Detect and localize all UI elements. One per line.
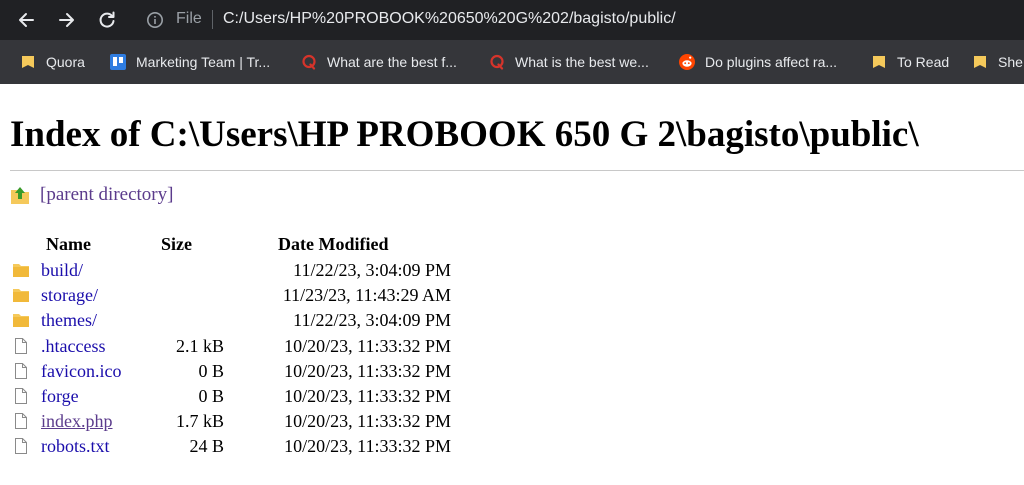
bookmark-label: Marketing Team | Tr...: [136, 54, 271, 70]
title-divider: [10, 170, 1024, 171]
folder-icon: [13, 314, 29, 327]
file-size: 0 B: [198, 386, 224, 406]
address-divider: [212, 10, 213, 29]
forward-arrow-icon: [59, 13, 74, 27]
reload-icon: [99, 11, 115, 28]
bookmark-she-folder[interactable]: She: [972, 40, 1023, 84]
folder-icon: [13, 264, 29, 277]
page-title: Index of C:\Users\HP PROBOOK 650 G 2\bag…: [10, 114, 919, 155]
browser-toolbar: File C:/Users/HP%20PROBOOK%20650%20G%202…: [0, 0, 1024, 40]
file-date-modified: 11/23/23, 11:43:29 AM: [282, 285, 451, 305]
quora-icon: [302, 54, 316, 70]
bookmark-label: What is the best we...: [515, 54, 649, 70]
table-row: .htaccess 2.1 kB 10/20/23, 11:33:32 PM: [0, 334, 520, 358]
table-row: favicon.ico 0 B 10/20/23, 11:33:32 PM: [0, 359, 520, 383]
bookmark-label: She: [998, 54, 1023, 70]
file-size: 2.1 kB: [175, 336, 224, 356]
table-row: robots.txt 24 B 10/20/23, 11:33:32 PM: [0, 434, 520, 458]
bookmark-quora-folder[interactable]: Quora: [20, 40, 85, 84]
bookmark-what-are-best[interactable]: What are the best f...: [301, 40, 457, 84]
bookmarks-bar: Quora Marketing Team | Tr... What are th…: [0, 40, 1024, 84]
file-link[interactable]: storage/: [41, 283, 98, 307]
reddit-icon: [679, 54, 695, 70]
file-size: 0 B: [198, 361, 224, 381]
address-bar-url[interactable]: C:/Users/HP%20PROBOOK%20650%20G%202/bagi…: [223, 9, 676, 29]
table-row: index.php 1.7 kB 10/20/23, 11:33:32 PM: [0, 409, 520, 433]
bookmark-label: What are the best f...: [327, 54, 457, 70]
bookmark-to-read-folder[interactable]: To Read: [871, 40, 949, 84]
file-date-modified: 11/22/23, 3:04:09 PM: [293, 310, 451, 330]
date-column-header[interactable]: Date Modified: [278, 233, 388, 255]
folder-icon: [13, 289, 29, 302]
forward-button[interactable]: [53, 6, 81, 34]
file-icon: [15, 338, 27, 354]
file-link[interactable]: forge: [41, 384, 79, 408]
bookmark-label: Quora: [46, 54, 85, 70]
size-column-header[interactable]: Size: [161, 233, 192, 255]
file-link[interactable]: themes/: [41, 308, 97, 332]
table-row: build/ 11/22/23, 3:04:09 PM: [0, 258, 520, 282]
file-date-modified: 10/20/23, 11:33:32 PM: [284, 361, 451, 381]
name-column-header[interactable]: Name: [46, 233, 91, 255]
back-button[interactable]: [12, 6, 40, 34]
folder-icon: [974, 56, 986, 68]
bookmark-marketing-team[interactable]: Marketing Team | Tr...: [110, 40, 270, 84]
folder-icon: [873, 56, 885, 68]
bookmark-do-plugins[interactable]: Do plugins affect ra...: [679, 40, 837, 84]
file-icon: [15, 438, 27, 454]
table-row: forge 0 B 10/20/23, 11:33:32 PM: [0, 384, 520, 408]
file-link[interactable]: index.php: [41, 409, 113, 433]
file-size: 24 B: [189, 436, 224, 456]
file-link[interactable]: robots.txt: [41, 434, 110, 458]
bookmark-label: Do plugins affect ra...: [705, 54, 838, 70]
bookmark-label: To Read: [897, 54, 950, 70]
info-icon[interactable]: [146, 11, 164, 29]
file-date-modified: 10/20/23, 11:33:32 PM: [284, 386, 451, 406]
quora-icon: [490, 54, 504, 70]
file-link[interactable]: favicon.ico: [41, 359, 121, 383]
file-icon: [15, 388, 27, 404]
reload-button[interactable]: [93, 6, 121, 34]
parent-directory-icon: [11, 187, 29, 204]
table-row: themes/ 11/22/23, 3:04:09 PM: [0, 308, 520, 332]
back-arrow-icon: [19, 13, 34, 27]
table-row: storage/ 11/23/23, 11:43:29 AM: [0, 283, 520, 307]
file-size: 1.7 kB: [175, 411, 224, 431]
file-date-modified: 10/20/23, 11:33:32 PM: [284, 411, 451, 431]
file-date-modified: 11/22/23, 3:04:09 PM: [293, 260, 451, 280]
file-date-modified: 10/20/23, 11:33:32 PM: [284, 436, 451, 456]
parent-directory-row: [parent directory]: [10, 184, 173, 206]
parent-directory-link[interactable]: [parent directory]: [40, 184, 173, 206]
address-scheme-label: File: [176, 10, 202, 27]
file-date-modified: 10/20/23, 11:33:32 PM: [284, 336, 451, 356]
file-icon: [15, 413, 27, 429]
file-icon: [15, 363, 27, 379]
bookmark-what-is-best[interactable]: What is the best we...: [489, 40, 649, 84]
file-link[interactable]: .htaccess: [41, 334, 105, 358]
folder-icon: [22, 56, 34, 68]
file-link[interactable]: build/: [41, 258, 83, 282]
trello-icon: [110, 54, 126, 70]
